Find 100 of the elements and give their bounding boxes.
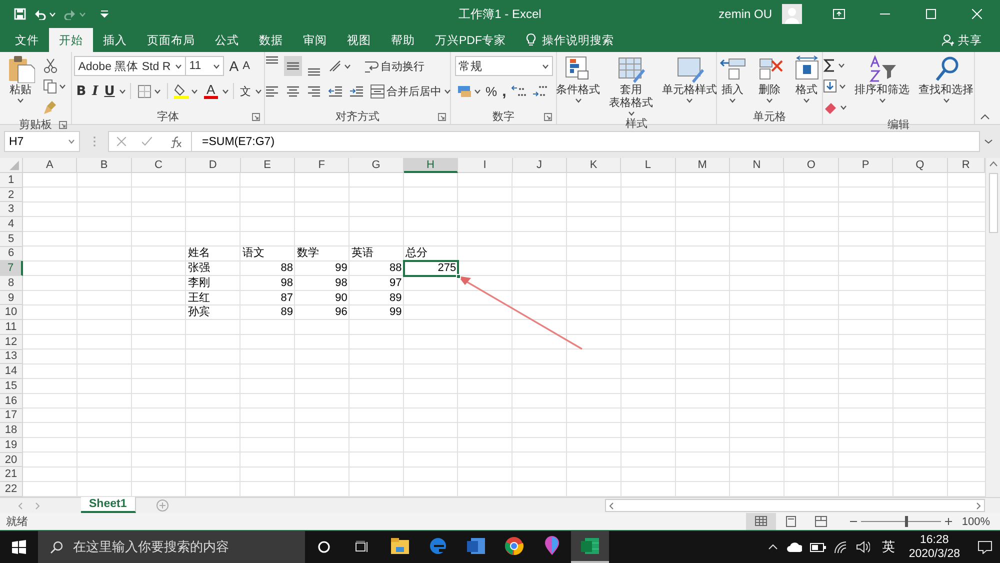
save-icon[interactable] (14, 8, 26, 20)
dialog-launcher-icon[interactable] (544, 113, 552, 121)
ribbon-tab[interactable]: 万兴PDF专家 (425, 28, 516, 52)
notification-icon[interactable] (978, 540, 992, 554)
function-icon[interactable] (168, 136, 183, 148)
row-header[interactable]: 7 (0, 261, 23, 276)
row-header[interactable]: 18 (0, 423, 23, 438)
column-header[interactable]: L (621, 158, 676, 173)
windows-logo-icon[interactable] (12, 540, 26, 554)
column-header[interactable]: I (458, 158, 513, 173)
name-box[interactable]: H7 (4, 131, 80, 152)
clock[interactable]: 16:28 2020/3/28 (908, 533, 960, 561)
row-header[interactable]: 12 (0, 334, 23, 350)
row-header[interactable]: 16 (0, 394, 23, 408)
column-header[interactable]: B (77, 158, 132, 173)
dialog-launcher-icon[interactable] (252, 113, 260, 121)
middle-align-button[interactable] (284, 56, 302, 76)
taskbar-app[interactable] (571, 531, 609, 563)
column-header[interactable]: R (948, 158, 985, 173)
column-header[interactable]: K (566, 158, 622, 173)
column-header[interactable]: H (404, 158, 458, 173)
column-header[interactable]: J (512, 158, 567, 173)
ribbon-tab[interactable]: 审阅 (293, 28, 337, 52)
ribbon-tab[interactable]: 插入 (93, 28, 137, 52)
volume-icon[interactable] (856, 541, 870, 553)
row-header[interactable]: 1 (0, 173, 23, 188)
zoom-out-icon[interactable] (850, 518, 857, 525)
zoom-level[interactable]: 100% (962, 516, 990, 528)
row-header[interactable]: 2 (0, 188, 23, 202)
column-header[interactable]: G (349, 158, 404, 173)
row-header[interactable]: 22 (0, 482, 23, 497)
zoom-in-icon[interactable] (944, 518, 952, 525)
grow-font-button[interactable]: A (227, 56, 241, 76)
row-header[interactable]: 14 (0, 364, 23, 380)
view-button[interactable] (746, 513, 776, 530)
column-header[interactable]: N (730, 158, 784, 173)
italic-button[interactable]: I (90, 81, 100, 101)
font-size-field[interactable]: 11 (186, 56, 224, 76)
scroll-right-icon[interactable] (976, 502, 981, 510)
ribbon-tab[interactable]: 帮助 (381, 28, 425, 52)
editing-button[interactable]: 查找和选择 (916, 55, 976, 103)
circle-icon[interactable] (318, 541, 330, 553)
share-button[interactable]: 共享 (942, 28, 982, 52)
formula-field[interactable]: =SUM(E7:G7) (192, 131, 980, 152)
ribbon-tab[interactable]: 公式 (205, 28, 249, 52)
row-header[interactable]: 15 (0, 379, 23, 394)
row-header[interactable]: 20 (0, 452, 23, 468)
undo-button[interactable] (34, 8, 56, 20)
column-header[interactable]: C (132, 158, 186, 173)
row-header[interactable]: 5 (0, 232, 23, 247)
slider-thumb[interactable] (904, 516, 908, 527)
battery-icon[interactable] (810, 542, 826, 552)
row-header[interactable]: 11 (0, 320, 23, 335)
row-header[interactable]: 19 (0, 438, 23, 453)
phonetic-button[interactable]: 文 (238, 81, 253, 101)
ribbon-tab[interactable]: 文件 (5, 28, 49, 52)
row-header[interactable]: 4 (0, 217, 23, 232)
row-header[interactable]: 10 (0, 305, 23, 320)
expand-icon[interactable] (984, 139, 992, 144)
collapse-ribbon-icon[interactable] (980, 114, 990, 120)
cloud-icon[interactable] (786, 542, 802, 552)
task-view-icon[interactable] (355, 541, 369, 553)
number-format-field[interactable]: 常规 (454, 56, 552, 76)
customize-menu-icon[interactable] (100, 10, 109, 18)
sheet-tab[interactable]: Sheet1 (81, 497, 136, 513)
row-header[interactable]: 21 (0, 467, 23, 482)
paste-button[interactable]: 粘贴 (4, 55, 38, 103)
chevron-up-icon[interactable] (768, 544, 778, 550)
scroll-left-icon[interactable] (609, 502, 614, 510)
font-color-button[interactable]: A (202, 81, 220, 101)
row-header[interactable]: 17 (0, 408, 23, 424)
column-header[interactable]: A (23, 158, 78, 173)
ribbon-tab[interactable]: 视图 (337, 28, 381, 52)
styles-button[interactable]: 套用 表格格式 (606, 55, 656, 116)
row-header[interactable]: 6 (0, 246, 23, 262)
row-header[interactable]: 9 (0, 290, 23, 306)
wifi-icon[interactable] (834, 541, 848, 553)
font-name-field[interactable]: Adobe 黑体 Std R (74, 56, 186, 76)
percent-button[interactable]: % (484, 81, 500, 101)
dialog-launcher-icon[interactable] (438, 113, 446, 121)
fill-handle[interactable] (456, 274, 462, 280)
vertical-scrollbar[interactable] (985, 158, 1000, 497)
ribbon-tab[interactable]: 开始 (49, 28, 93, 52)
row-header[interactable]: 8 (0, 276, 23, 291)
input-method-button[interactable]: 英 (882, 538, 895, 556)
shrink-font-button[interactable]: A (240, 56, 252, 76)
cells-button[interactable]: 删除 (752, 55, 786, 103)
row-header[interactable]: 3 (0, 202, 23, 218)
ribbon-tab[interactable]: 数据 (249, 28, 293, 52)
scroll-thumb[interactable] (988, 173, 998, 233)
editing-button[interactable]: 排序和筛选 (852, 55, 912, 103)
styles-button[interactable]: 条件格式 (553, 55, 603, 103)
horizontal-scrollbar[interactable] (605, 499, 985, 512)
taskbar-search-field[interactable]: 在这里输入你要搜索的内容 (38, 531, 305, 563)
column-header[interactable]: F (294, 158, 350, 173)
column-header[interactable]: D (186, 158, 241, 173)
comma-style-button[interactable]: , (500, 81, 508, 101)
ribbon-tab[interactable]: 页面布局 (137, 28, 205, 52)
row-header[interactable]: 13 (0, 350, 23, 364)
underline-button[interactable]: U (102, 81, 117, 101)
